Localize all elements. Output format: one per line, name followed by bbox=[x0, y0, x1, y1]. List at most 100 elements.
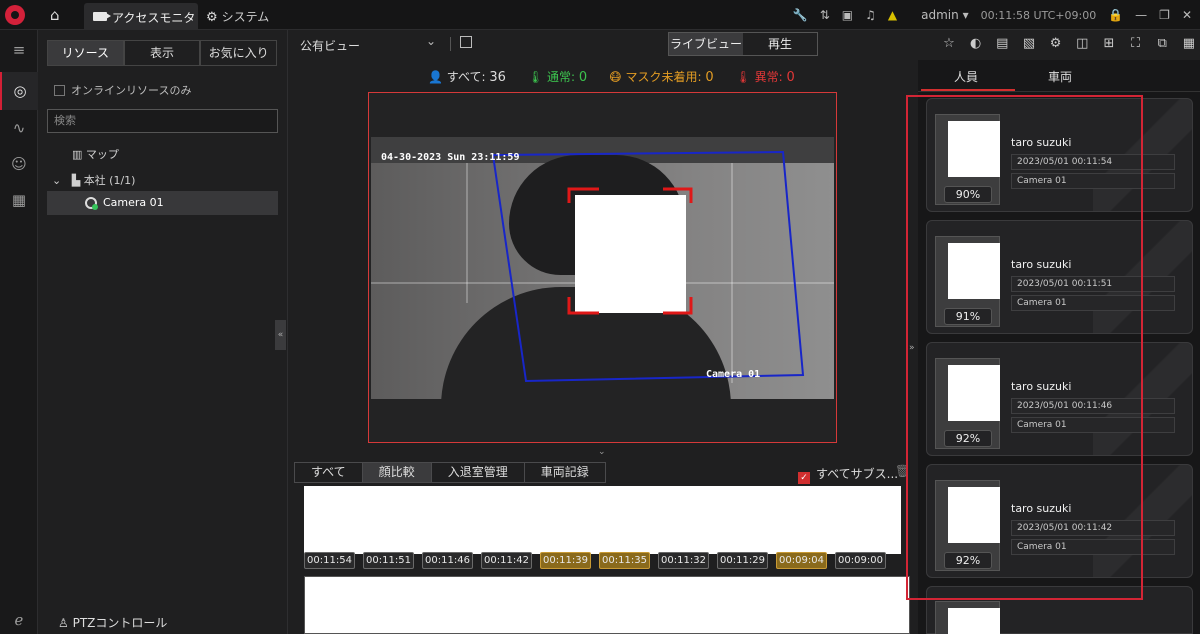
close-icon[interactable]: ✕ bbox=[1182, 8, 1192, 22]
tab-view[interactable]: 表示 bbox=[123, 40, 201, 66]
view-select[interactable]: 公有ビュー bbox=[300, 37, 360, 54]
recognition-tabs: 人員 車両 bbox=[918, 60, 1200, 92]
building-icon: ▙ bbox=[71, 174, 81, 187]
resource-panel: リソース 表示 お気に入り オンラインリソースのみ 検索 ▥ マップ ⌄ ▙ 本… bbox=[38, 30, 288, 634]
online-only-row[interactable]: オンラインリソースのみ bbox=[54, 82, 191, 98]
wrench-icon[interactable]: 🔧 bbox=[793, 8, 808, 22]
event-time-chip[interactable]: 00:11:42 bbox=[481, 552, 532, 569]
event-time-chip[interactable]: 00:09:00 bbox=[835, 552, 886, 569]
tree-item-hq[interactable]: ⌄ ▙ 本社 (1/1) bbox=[52, 172, 135, 188]
home-icon[interactable]: ⌂ bbox=[50, 7, 66, 23]
save-icon[interactable] bbox=[460, 36, 472, 48]
user-menu[interactable]: admin ▾ bbox=[909, 8, 968, 22]
tab-resources[interactable]: リソース bbox=[47, 40, 124, 66]
record-icon[interactable]: ▧ bbox=[1020, 36, 1038, 54]
person-icon[interactable]: ☺ bbox=[9, 154, 29, 174]
detection-overlay bbox=[491, 150, 805, 383]
event-thumbnail-strip-secondary bbox=[304, 576, 910, 634]
tab-favorites[interactable]: お気に入り bbox=[200, 40, 278, 66]
camera-online-icon bbox=[85, 197, 98, 210]
tab-vehicle[interactable]: 車両 bbox=[1048, 68, 1072, 85]
stat-all-label: すべて: bbox=[446, 69, 486, 84]
app-logo-icon bbox=[5, 5, 25, 25]
event-time-chip[interactable]: 00:11:54 bbox=[304, 552, 355, 569]
settings-icon[interactable]: ⚙ bbox=[1047, 36, 1065, 54]
waveform-icon[interactable]: ∿ bbox=[9, 118, 29, 138]
tab-person[interactable]: 人員 bbox=[920, 68, 1016, 91]
minimize-icon[interactable]: — bbox=[1135, 8, 1147, 22]
video-camera-label: Camera 01 bbox=[706, 369, 761, 380]
playback-button[interactable]: 再生 bbox=[743, 33, 817, 55]
event-thumbnail-strip bbox=[304, 486, 901, 554]
split-window-icon[interactable]: ◫ bbox=[1073, 36, 1091, 54]
tab-face-compare[interactable]: 顔比較 bbox=[361, 462, 432, 483]
more-layout-icon[interactable]: ▦ bbox=[1180, 36, 1198, 54]
video-camera-icon bbox=[93, 12, 111, 21]
event-time-chip[interactable]: 00:11:39 bbox=[540, 552, 591, 569]
left-rail: ≡ ◎ ∿ ☺ ▦ ℯ bbox=[0, 30, 38, 634]
expand-down-icon[interactable]: ⌄ bbox=[598, 447, 606, 457]
sort-arrows-icon[interactable]: ⇅ bbox=[820, 8, 830, 22]
map-icon: ▥ bbox=[72, 148, 83, 161]
menu-icon[interactable]: ≡ bbox=[9, 40, 29, 60]
grid-icon[interactable]: ▦ bbox=[9, 190, 29, 210]
fisheye-icon[interactable]: ◐ bbox=[967, 36, 985, 54]
chevron-down-icon[interactable]: ⌄ bbox=[52, 174, 61, 187]
face-thumbnail bbox=[935, 601, 1000, 634]
thermometer-icon: 🌡 bbox=[735, 69, 751, 84]
face-box-corner bbox=[567, 187, 599, 203]
tab-access-monitor[interactable]: アクセスモニタ bbox=[84, 3, 198, 30]
globe-icon[interactable]: ◎ bbox=[0, 72, 38, 110]
event-time-chip[interactable]: 00:11:46 bbox=[422, 552, 473, 569]
search-input[interactable]: 検索 bbox=[47, 109, 278, 133]
gear-icon: ⚙ bbox=[206, 10, 218, 25]
live-video[interactable]: 04-30-2023 Sun 23:11:59 Camera 01 bbox=[371, 137, 834, 399]
thermometer-icon: 🌡 bbox=[527, 69, 544, 84]
fullscreen-icon[interactable]: ⛶ bbox=[1127, 36, 1145, 54]
tab-system[interactable]: ⚙ システム bbox=[206, 8, 269, 25]
face-box-corner bbox=[663, 187, 693, 203]
stat-normal-label: 通常: bbox=[546, 69, 575, 84]
stat-normal: 🌡 通常: 0 bbox=[528, 68, 587, 85]
subscribe-checkbox[interactable]: ✓ bbox=[798, 472, 810, 484]
tree-item-camera[interactable]: Camera 01 bbox=[47, 191, 278, 215]
ptz-control[interactable]: ♙ PTZコントロール bbox=[58, 614, 167, 631]
right-toolbar: ☆ ◐ ▤ ▧ ⚙ ◫ ⊞ ⛶ ⧉ ▦ bbox=[940, 36, 1198, 54]
live-view-button[interactable]: ライブビュー bbox=[669, 33, 743, 55]
event-time-chip[interactable]: 00:11:51 bbox=[363, 552, 414, 569]
person-icon: 👤 bbox=[428, 69, 443, 84]
browser-icon[interactable]: ℯ bbox=[9, 610, 29, 630]
tab-access-control[interactable]: 入退室管理 bbox=[430, 462, 525, 483]
event-time-chip[interactable]: 00:11:29 bbox=[717, 552, 768, 569]
collapse-left-panel-button[interactable]: « bbox=[275, 320, 286, 350]
subscribe-all[interactable]: ✓ すべてサブス... bbox=[798, 465, 898, 484]
event-time-chip[interactable]: 00:09:04 bbox=[776, 552, 827, 569]
tree-item-hq-label: 本社 (1/1) bbox=[83, 174, 136, 187]
stat-nomask-label: マスク未着用: bbox=[625, 69, 702, 84]
window-layout-icon[interactable]: ⧉ bbox=[1153, 36, 1171, 54]
online-only-checkbox[interactable] bbox=[54, 85, 65, 96]
face-box-corner bbox=[567, 297, 599, 315]
layout-icon[interactable]: ⊞ bbox=[1100, 36, 1118, 54]
tab-access-monitor-label: アクセスモニタ bbox=[112, 11, 196, 25]
tab-vehicle-record[interactable]: 車両記録 bbox=[523, 462, 606, 483]
video-timestamp: 04-30-2023 Sun 23:11:59 bbox=[381, 152, 520, 163]
live-video-frame[interactable]: 04-30-2023 Sun 23:11:59 Camera 01 bbox=[368, 92, 837, 443]
calendar-icon[interactable]: ▣ bbox=[842, 8, 853, 22]
resource-tabs: リソース 表示 お気に入り bbox=[47, 40, 278, 66]
event-time-chip[interactable]: 00:11:32 bbox=[658, 552, 709, 569]
tab-all-events[interactable]: すべて bbox=[294, 462, 363, 483]
lock-icon[interactable]: 🔒 bbox=[1108, 8, 1123, 22]
alarm-bell-icon[interactable]: ♫ bbox=[865, 8, 876, 22]
star-icon[interactable]: ☆ bbox=[940, 36, 958, 54]
event-time-chip[interactable]: 00:11:35 bbox=[599, 552, 650, 569]
chevron-down-icon[interactable]: ⌄ bbox=[426, 34, 436, 48]
face-box-corner bbox=[663, 297, 693, 315]
capture-icon[interactable]: ▤ bbox=[993, 36, 1011, 54]
ptz-label: PTZコントロール bbox=[72, 616, 168, 630]
stat-all-value: 36 bbox=[489, 69, 506, 85]
highlight-box bbox=[906, 95, 1143, 600]
tree-item-map[interactable]: ▥ マップ bbox=[72, 146, 119, 162]
restore-icon[interactable]: ❐ bbox=[1159, 8, 1170, 22]
warning-icon[interactable]: ▲ bbox=[888, 8, 897, 22]
